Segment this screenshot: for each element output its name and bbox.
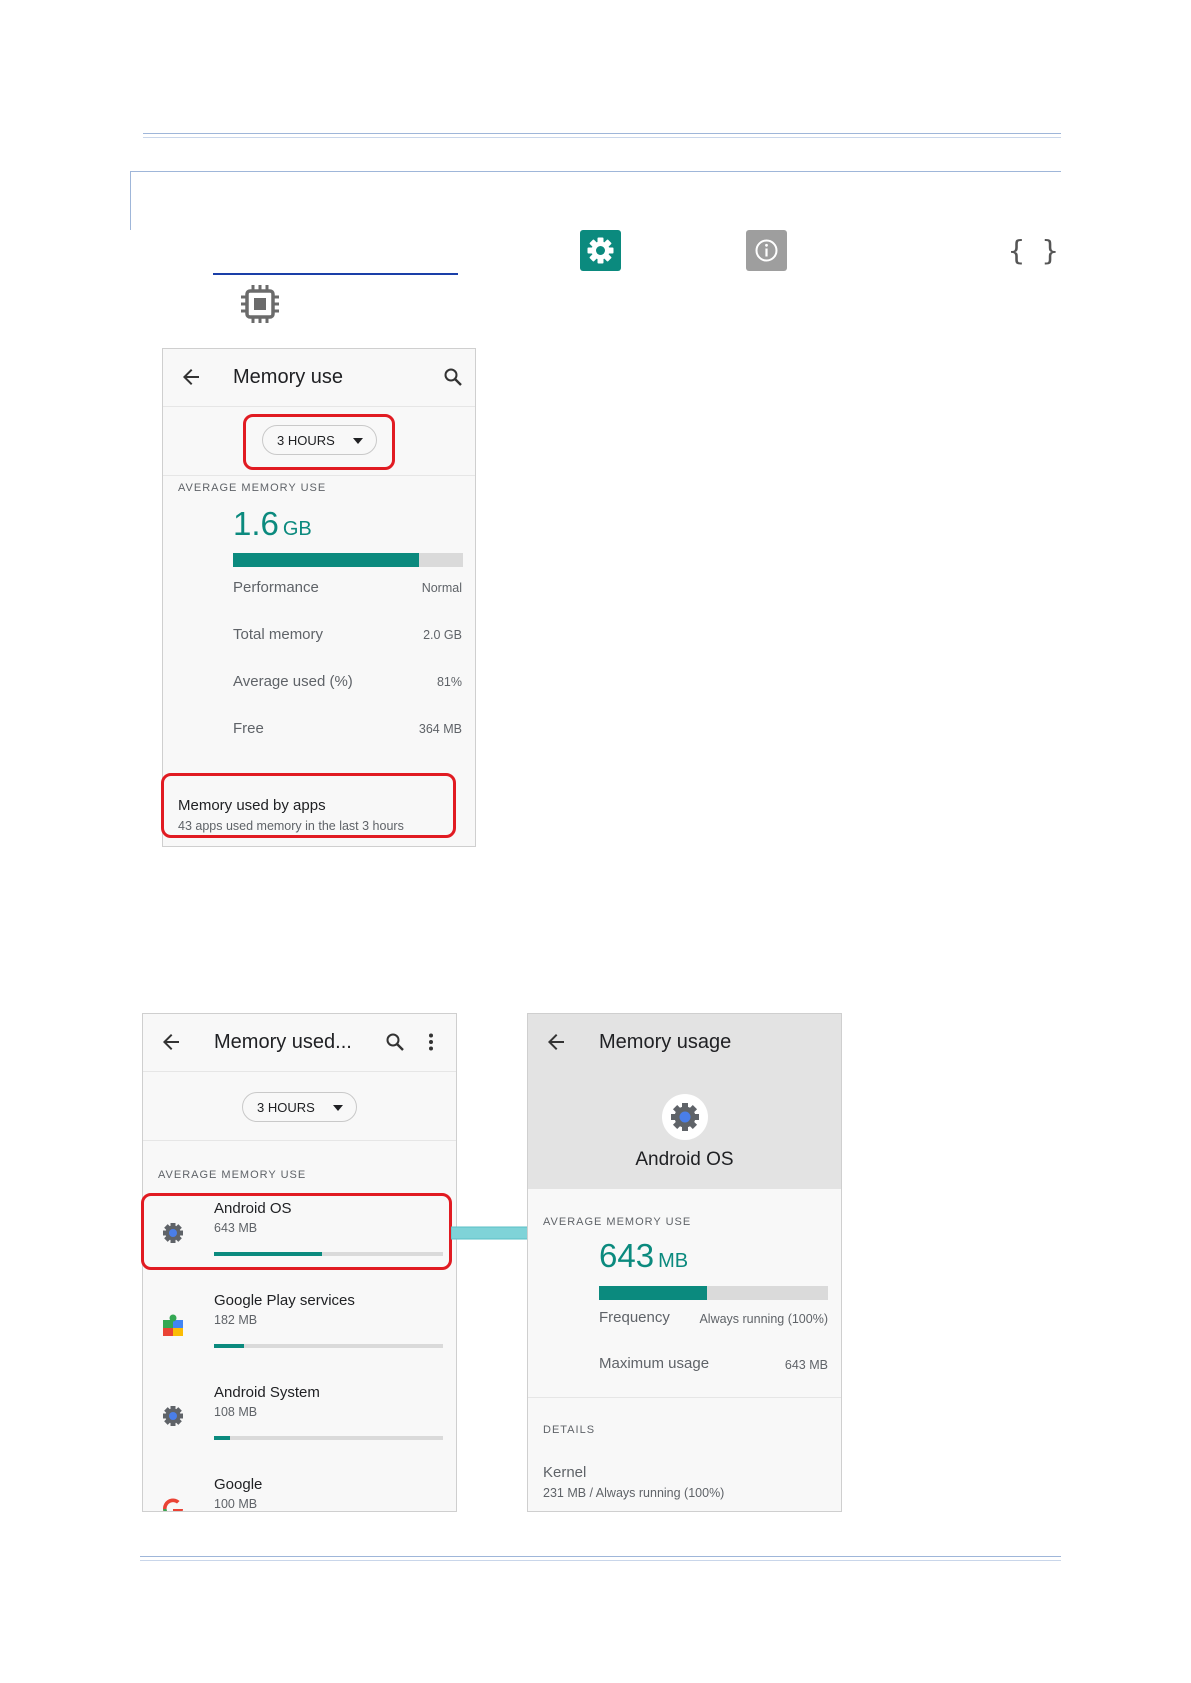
footer-rule <box>140 1556 1061 1561</box>
section-heading: AVERAGE MEMORY USE <box>158 1169 307 1181</box>
settings-icon <box>580 230 621 271</box>
app-usage-fill <box>214 1344 244 1348</box>
divider <box>143 1140 456 1141</box>
header-rule <box>143 133 1061 138</box>
back-arrow-icon[interactable] <box>544 1030 568 1054</box>
screen-title: Memory usage <box>599 1031 732 1053</box>
app-name: Android System <box>214 1384 320 1401</box>
time-range-dropdown[interactable]: 3 HOURS <box>242 1092 357 1122</box>
back-arrow-icon[interactable] <box>179 365 203 389</box>
memory-usage-fill <box>233 553 420 567</box>
app-name: Google <box>214 1476 263 1493</box>
app-name: Google Play services <box>214 1292 355 1309</box>
free-label: Free <box>233 720 264 737</box>
highlight-android-os <box>141 1193 452 1270</box>
gear-icon <box>160 1403 186 1429</box>
app-size: 100 MB <box>214 1497 258 1511</box>
google-g-icon <box>160 1496 186 1511</box>
app-usage-fill <box>214 1436 231 1440</box>
divider <box>528 1397 841 1398</box>
frequency-label: Frequency <box>599 1309 670 1326</box>
detail-subtitle: 231 MB / Always running (100%) <box>543 1486 725 1500</box>
app-usage-bar <box>214 1344 443 1348</box>
maximum-usage-value: 643 MB <box>784 1358 828 1372</box>
total-memory-value: 2.0 GB <box>423 628 462 642</box>
detail-title: Kernel <box>543 1464 587 1481</box>
search-icon[interactable] <box>383 1030 407 1054</box>
maximum-usage-label: Maximum usage <box>599 1355 710 1372</box>
highlight-memory-used-by-apps <box>161 773 456 838</box>
section-heading: AVERAGE MEMORY USE <box>178 482 327 494</box>
search-icon[interactable] <box>441 365 465 389</box>
highlight-time-range <box>243 414 395 470</box>
app-bar: Memory use <box>163 349 475 407</box>
section-top-rule <box>130 171 1061 172</box>
app-bar: Memory used... <box>143 1014 456 1072</box>
screen-title: Memory used... <box>214 1031 352 1053</box>
app-size: 108 MB <box>214 1405 258 1419</box>
header-panel: Memory usage Android OS <box>528 1014 841 1189</box>
section-left-rule <box>130 171 131 230</box>
average-used-label: Average used (%) <box>233 673 353 690</box>
time-range-label: 3 HOURS <box>257 1100 315 1115</box>
puzzle-icon <box>161 1312 185 1338</box>
gear-icon <box>662 1094 708 1140</box>
total-memory-label: Total memory <box>233 626 324 643</box>
value-unit: MB <box>658 1250 689 1272</box>
value-number: 643 <box>599 1237 655 1274</box>
memory-usage-bar <box>599 1286 828 1300</box>
screen-title: Memory use <box>233 366 344 388</box>
performance-label: Performance <box>233 579 319 596</box>
memory-usage-detail-screen: Memory usage Android OS AVERAGE MEMORY U… <box>527 1013 842 1512</box>
divider <box>163 475 475 476</box>
section-heading: AVERAGE MEMORY USE <box>543 1216 692 1228</box>
value-unit: GB <box>282 518 312 540</box>
more-vert-icon[interactable] <box>419 1030 443 1054</box>
app-size: 182 MB <box>214 1313 258 1327</box>
app-name: Android OS <box>635 1149 734 1170</box>
value-number: 1.6 <box>233 505 279 542</box>
frequency-value: Always running (100%) <box>699 1312 828 1326</box>
performance-value: Normal <box>421 581 462 595</box>
app-usage-bar <box>214 1436 443 1440</box>
back-arrow-icon[interactable] <box>159 1030 183 1054</box>
info-icon <box>746 230 787 271</box>
chip-icon <box>237 281 283 327</box>
average-used-value: 81% <box>436 675 462 689</box>
dropdown-icon <box>333 1105 343 1111</box>
average-memory-value: 1.6 GB <box>233 505 312 543</box>
memory-usage-fill <box>599 1286 707 1300</box>
braces-glyph: { } <box>1008 234 1059 267</box>
memory-usage-bar <box>233 553 463 567</box>
free-value: 364 MB <box>418 722 462 736</box>
link-underline <box>213 273 458 275</box>
details-heading: DETAILS <box>543 1424 596 1436</box>
average-memory-value: 643 MB <box>599 1237 688 1275</box>
